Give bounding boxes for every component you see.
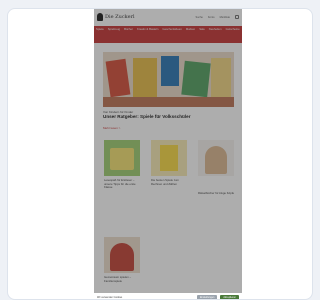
cookie-banner: Wir verwenden Cookies Einstellungen Akze…: [94, 293, 242, 299]
cookie-accept-button[interactable]: Akzeptieren: [220, 294, 239, 299]
modal-overlay[interactable]: [94, 9, 242, 299]
browser-card: Die Zuckerl Suche Konto Merkliste Spiele…: [7, 8, 313, 300]
cookie-settings-button[interactable]: Einstellungen: [197, 294, 218, 299]
cookie-text: Wir verwenden Cookies: [97, 295, 123, 299]
